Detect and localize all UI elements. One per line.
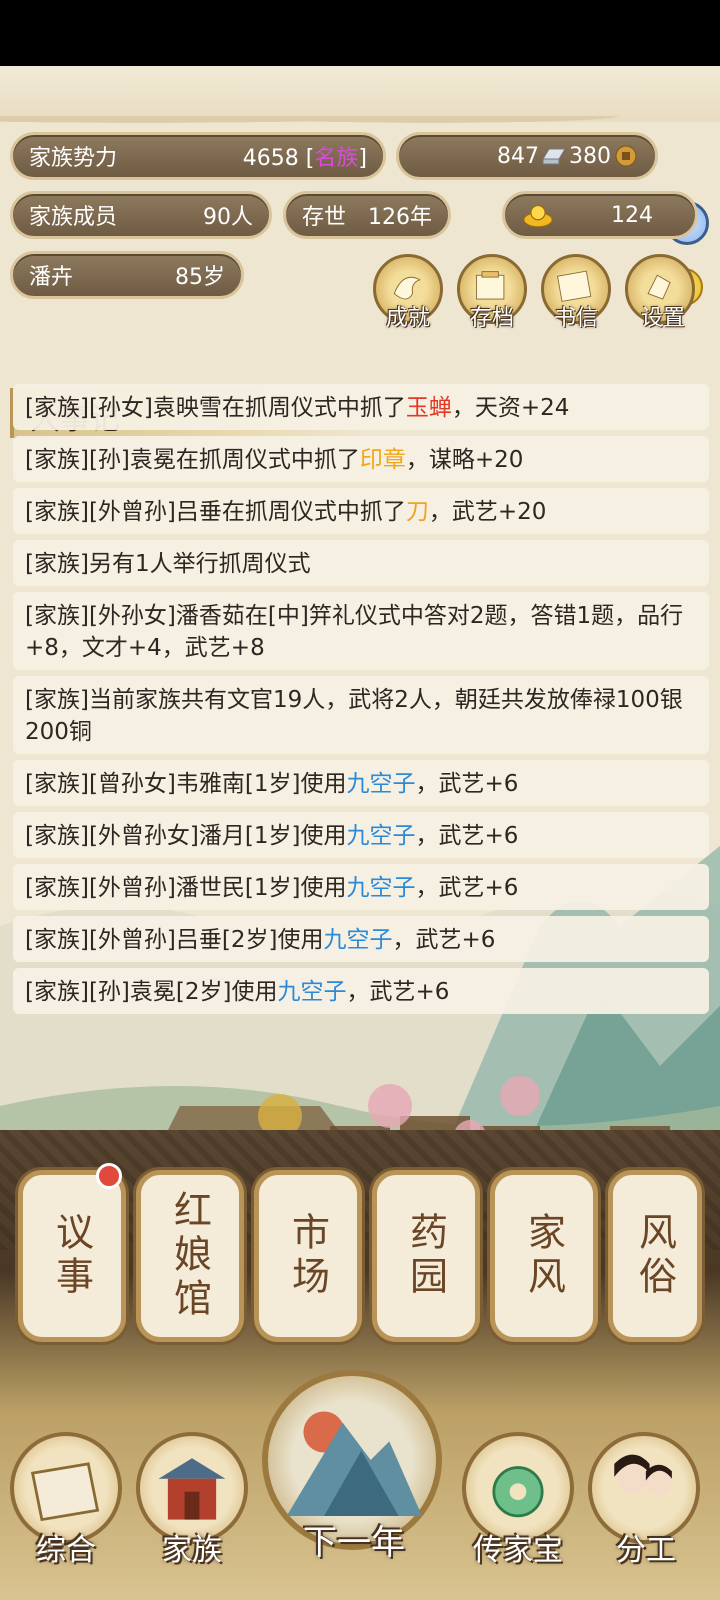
members-panel: 家族成员 90人	[10, 191, 272, 239]
clan-label: 家族	[162, 1533, 222, 1568]
event-item: [家族][孙]袁冕[2岁]使用九空子，武艺+6	[13, 968, 709, 1014]
existence-value: 126年	[368, 205, 432, 230]
clan-power-value: 4658	[242, 146, 299, 171]
event-item: [家族][外曾孙]吕垂在抓周仪式中抓了刀，武艺+20	[13, 488, 709, 534]
event-item: [家族][外曾孙]吕垂[2岁]使用九空子，武艺+6	[13, 916, 709, 962]
gold-panel: 124	[502, 191, 698, 239]
achievement-label: 成就	[385, 306, 430, 331]
copper-coin-icon	[615, 145, 637, 167]
copper-value: 380	[569, 143, 611, 169]
cloud-decoration	[0, 116, 720, 132]
comprehensive-label: 综合	[36, 1533, 96, 1568]
event-item: [家族]当前家族共有文官19人，武将2人，朝廷共发放俸禄100银200铜	[13, 676, 709, 754]
next-year-label: 下一年	[303, 1523, 405, 1563]
patriarch-panel[interactable]: 潘卉 85岁	[10, 251, 244, 299]
silver-icon	[542, 148, 566, 165]
event-item: [家族][孙女]袁映雪在抓周仪式中抓了玉蝉，天资+24	[13, 384, 709, 430]
silver-value: 847	[497, 143, 539, 169]
event-item: [家族]另有1人举行抓周仪式	[13, 540, 709, 586]
heirloom-label: 传家宝	[473, 1533, 563, 1568]
gold-value: 124	[611, 202, 653, 228]
patriarch-age: 85岁	[175, 265, 225, 290]
customs-card[interactable]: 风俗	[608, 1170, 702, 1342]
settings-label: 设置	[640, 306, 685, 331]
save-label: 存档	[469, 306, 514, 331]
patriarch-name: 潘卉	[29, 265, 74, 290]
event-item: [家族][孙]袁冕在抓周仪式中抓了印章，谋略+20	[13, 436, 709, 482]
matchmaker-card[interactable]: 红娘馆	[136, 1170, 244, 1342]
council-card[interactable]: 议事	[18, 1170, 126, 1342]
event-item: [家族][曾孙女]韦雅南[1岁]使用九空子，武艺+6	[13, 760, 709, 806]
notification-dot	[96, 1163, 122, 1189]
family-style-card[interactable]: 家风	[490, 1170, 598, 1342]
herb-garden-card[interactable]: 药园	[372, 1170, 480, 1342]
letter-label: 书信	[553, 306, 598, 331]
top-banner	[0, 66, 720, 122]
gold-ingot-icon	[523, 204, 553, 228]
clan-rank: 名族	[314, 146, 359, 171]
members-value: 90人	[203, 205, 253, 230]
market-card[interactable]: 市场	[254, 1170, 362, 1342]
event-item: [家族][外曾孙女]潘月[1岁]使用九空子，武艺+6	[13, 812, 709, 858]
existence-panel: 存世 126年	[283, 191, 451, 239]
existence-label: 存世	[302, 205, 347, 230]
event-item: [家族][外曾孙]潘世民[1岁]使用九空子，武艺+6	[13, 864, 709, 910]
clan-rank-bracket-close: ]	[358, 146, 367, 171]
currency-panel: 847 380	[396, 132, 658, 180]
event-item: [家族][外孙女]潘香茹在[中]笄礼仪式中答对2题，答错1题，品行+8，文才+4…	[13, 592, 709, 670]
members-label: 家族成员	[29, 205, 118, 230]
clan-power-label: 家族势力	[29, 146, 118, 171]
clan-power-panel: 家族势力 4658 [名族]	[10, 132, 386, 180]
division-label: 分工	[616, 1533, 676, 1568]
status-bar	[0, 0, 720, 66]
